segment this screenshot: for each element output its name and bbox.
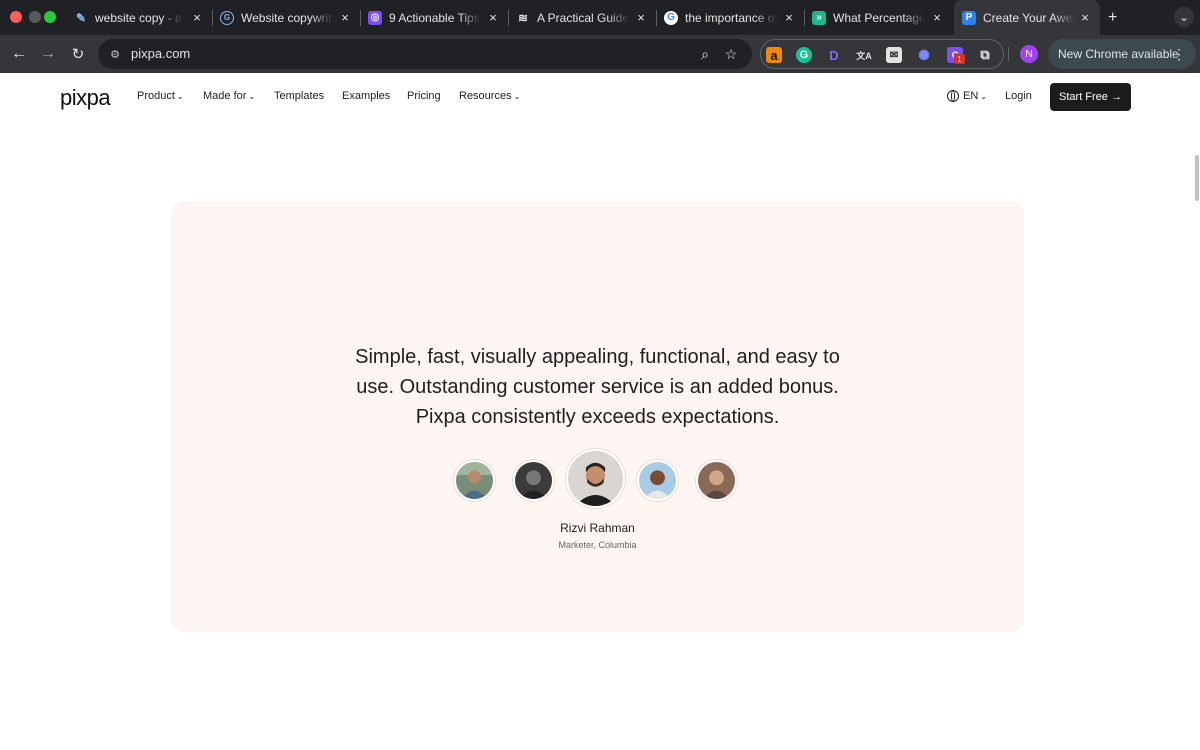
avatar-2[interactable]: [513, 460, 554, 501]
pixpa-p-icon: P: [962, 10, 976, 25]
close-icon[interactable]: ×: [190, 10, 204, 25]
nav-pricing[interactable]: Pricing: [407, 90, 441, 102]
login-link[interactable]: Login: [1005, 90, 1032, 102]
tab-title: 9 Actionable Tips: [389, 10, 481, 25]
tab-website-copywriting[interactable]: G Website copywritin ×: [212, 0, 361, 35]
tab-title: Create Your Aweso: [983, 10, 1075, 25]
g-swirl-icon: G: [220, 10, 234, 25]
chevron-down-icon: ⌄: [513, 92, 521, 101]
tab-title: What Percentage o: [833, 10, 925, 25]
language-selector[interactable]: EN ⌄: [947, 90, 987, 102]
quote-line: Simple, fast, visually appealing, functi…: [355, 346, 840, 368]
nav-resources[interactable]: Resources ⌄: [459, 90, 520, 102]
feather-icon: ✎: [75, 10, 87, 25]
nav-made-for[interactable]: Made for ⌄: [203, 90, 255, 102]
extensions-puzzle-icon[interactable]: ⧉: [977, 47, 993, 63]
nav-product[interactable]: Product ⌄: [137, 90, 184, 102]
double-arrow-icon: »: [812, 10, 826, 25]
window-zoom-button[interactable]: [44, 11, 56, 23]
nav-label: Product: [137, 90, 175, 102]
url-text[interactable]: pixpa.com: [131, 46, 190, 61]
globe-icon: [947, 90, 959, 102]
pixpa-logo[interactable]: pixpa: [60, 85, 111, 111]
site-header: pixpa Product ⌄ Made for ⌄ Templates Examp…: [0, 73, 1200, 121]
update-label: New Chrome available: [1058, 47, 1179, 61]
page-scrollbar[interactable]: [1194, 121, 1200, 750]
nav-label: Made for: [203, 90, 247, 102]
tab-create-your-awesome[interactable]: P Create Your Aweso ×: [954, 0, 1100, 35]
update-chrome-button[interactable]: New Chrome available ⋮: [1048, 39, 1196, 69]
testimonial-role: Marketer, Columbia: [558, 540, 637, 550]
avatar-4[interactable]: [637, 460, 678, 501]
chevron-down-icon: ⌄: [248, 92, 256, 101]
close-icon[interactable]: ×: [930, 10, 944, 25]
extension-count-badge: 1: [954, 54, 965, 64]
layers-icon: ≋: [517, 10, 529, 25]
window-close-button[interactable]: [10, 11, 22, 23]
new-tab-button[interactable]: +: [1108, 0, 1124, 35]
start-free-button[interactable]: Start Free →: [1050, 83, 1131, 111]
tab-importance-of[interactable]: G the importance of ×: [656, 0, 805, 35]
nav-label: Resources: [459, 90, 512, 102]
bookmark-star-icon[interactable]: ☆: [722, 45, 740, 63]
toolbar-divider: [1008, 47, 1009, 61]
kebab-menu-icon[interactable]: ⋮: [1172, 46, 1186, 63]
window-minimize-button[interactable]: [29, 11, 41, 23]
language-label: EN: [963, 90, 979, 102]
avatar-1[interactable]: [454, 460, 495, 501]
testimonial-name: Rizvi Rahman: [560, 521, 635, 535]
translate-icon[interactable]: 文A: [856, 47, 872, 63]
profile-avatar[interactable]: N: [1020, 45, 1038, 63]
chevron-down-icon: ⌄: [980, 91, 987, 101]
close-icon[interactable]: ×: [486, 10, 500, 25]
reload-icon[interactable]: ↻: [67, 43, 89, 65]
tab-title: website copy - ana: [95, 10, 183, 25]
avatar-5[interactable]: [696, 460, 737, 501]
quote-line: use. Outstanding customer service is an …: [356, 376, 839, 398]
mail-icon[interactable]: ✉: [886, 47, 902, 63]
quote-line: Pixpa consistently exceeds expectations.: [415, 406, 780, 428]
tab-title: Website copywritin: [241, 10, 333, 25]
close-icon[interactable]: ×: [338, 10, 352, 25]
amazon-icon[interactable]: a: [766, 47, 782, 63]
tab-title: the importance of: [685, 10, 777, 25]
forward-arrow-icon[interactable]: →: [37, 43, 59, 65]
grammarly-icon[interactable]: G: [796, 47, 812, 63]
zoom-icon[interactable]: ⌕: [696, 45, 714, 63]
avatar-3-selected[interactable]: [566, 449, 625, 508]
nav-label: Pricing: [407, 90, 441, 102]
scrollbar-thumb[interactable]: [1195, 155, 1199, 201]
address-bar[interactable]: ⚙ pixpa.com ⌕ ☆: [98, 39, 752, 69]
close-icon[interactable]: ×: [782, 10, 796, 25]
tab-what-percentage[interactable]: » What Percentage o ×: [804, 0, 952, 35]
testimonial-card: Simple, fast, visually appealing, functi…: [171, 201, 1024, 632]
nav-templates[interactable]: Templates: [274, 90, 324, 102]
tab-practical-guide[interactable]: ≋ A Practical Guide t ×: [508, 0, 657, 35]
tab-actionable-tips[interactable]: ◎ 9 Actionable Tips ×: [360, 0, 509, 35]
extensions-group: a G D 文A ✉ ✺ C ⧉: [760, 39, 1004, 69]
tab-search-button[interactable]: ⌄: [1174, 7, 1194, 27]
chevron-down-icon: ⌄: [176, 92, 184, 101]
d-icon[interactable]: D: [826, 47, 842, 63]
back-arrow-icon[interactable]: ←: [8, 43, 30, 65]
nav-label: Examples: [342, 90, 391, 102]
nav-label: Templates: [274, 90, 325, 102]
close-icon[interactable]: ×: [634, 10, 648, 25]
puzzle-gear-icon[interactable]: ✺: [916, 47, 932, 63]
tab-title: A Practical Guide t: [537, 10, 629, 25]
nav-examples[interactable]: Examples: [342, 90, 390, 102]
browser-tab-strip: ✎ website copy - ana × G Website copywri…: [0, 0, 1200, 35]
ghost-icon: ◎: [368, 10, 382, 25]
google-icon: G: [664, 10, 678, 25]
close-icon[interactable]: ×: [1078, 10, 1092, 25]
site-settings-icon[interactable]: ⚙: [107, 46, 123, 62]
tab-website-copy[interactable]: ✎ website copy - ana ×: [64, 0, 213, 35]
testimonial-quote: Simple, fast, visually appealing, functi…: [171, 342, 1024, 432]
